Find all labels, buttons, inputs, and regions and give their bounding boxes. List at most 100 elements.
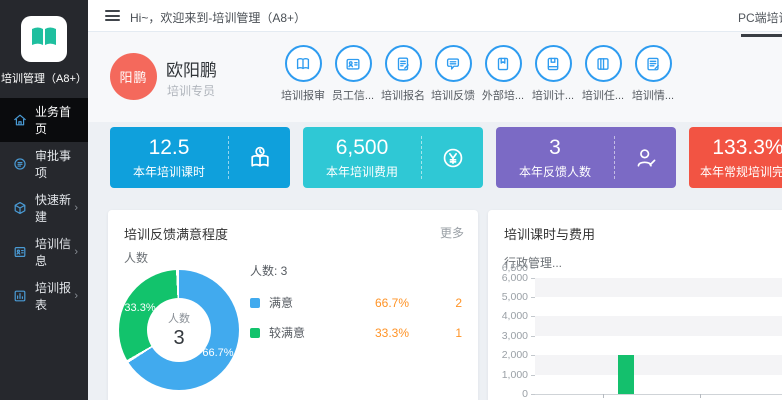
quick-action-1[interactable]: 培训报审 (278, 45, 328, 103)
stat-card-3[interactable]: 3本年反馈人数 (496, 127, 676, 188)
bar-admin-management[interactable] (618, 355, 634, 394)
sidebar-item-3[interactable]: 快速新建› (0, 186, 88, 230)
list-edit-icon (644, 55, 662, 73)
legend-percent: 33.3% (375, 326, 409, 340)
y-axis-tick-label: 5,000 (492, 291, 528, 303)
user-name: 欧阳鹏 (166, 56, 217, 81)
book-clock-icon (247, 145, 273, 171)
sidebar-item-2[interactable]: 审批事项 (0, 142, 88, 186)
y-axis-tick-label: 1,000 (492, 369, 528, 381)
sidebar-item-4[interactable]: 培训信息› (0, 230, 88, 274)
report-icon (12, 288, 28, 304)
sidebar-item-label: 业务首页 (35, 103, 78, 137)
quick-action-7[interactable]: 培训任... (578, 45, 628, 103)
quick-action-6[interactable]: 培训计... (528, 45, 578, 103)
more-link[interactable]: 更多 (440, 224, 464, 241)
y-axis-tick-label: 0 (492, 388, 528, 400)
donut-center-label: 人数 (168, 310, 190, 326)
pie-legend-row-2[interactable]: 较满意33.3%1 (250, 326, 464, 339)
donut-center-value: 3 (173, 327, 184, 350)
book-clock-icon (229, 127, 290, 188)
sidebar: 培训管理（A8+） 业务首页审批事项快速新建›培训信息›培训报表› (0, 0, 88, 400)
yen-icon (422, 127, 483, 188)
doc-edit-icon (394, 55, 412, 73)
sidebar-item-5[interactable]: 培训报表› (0, 274, 88, 318)
grid-band (535, 355, 782, 374)
y-axis-tick-mark (531, 278, 535, 279)
bookmark-book-icon (494, 55, 512, 73)
stat-card-value: 6,500 (336, 136, 389, 160)
stat-card-1[interactable]: 12.5 本年培训课时 (110, 127, 290, 188)
donut-chart: 人数 3 66.7%33.3% (119, 270, 239, 390)
y-axis-tick-label: 3,000 (492, 330, 528, 342)
id-card-icon (344, 55, 362, 73)
sidebar-item-label: 培训信息 (35, 235, 74, 269)
y-axis-tick-mark (531, 316, 535, 317)
open-book-icon (30, 25, 58, 54)
stat-card-4[interactable]: 133.3%本年常规培训完成 (689, 127, 782, 188)
stat-card-label: 本年培训课时 (133, 163, 205, 180)
quick-action-label: 培训任... (578, 87, 628, 103)
panel-title: 培训反馈满意程度 (124, 224, 228, 243)
x-axis-line (535, 394, 782, 395)
legend-swatch (250, 298, 260, 308)
cube-icon (12, 200, 28, 216)
tab-active-indicator (741, 34, 782, 37)
y-axis-tick-label: 2,000 (492, 349, 528, 361)
app-logo[interactable] (21, 16, 67, 62)
stat-card-main: 3本年反馈人数 (496, 127, 614, 188)
y-axis-tick-mark (531, 297, 535, 298)
quick-action-circle (385, 45, 422, 82)
panel-hours-cost: 培训课时与费用 行政管理... 6,5006,0005,0004,0003,00… (488, 210, 782, 400)
user-edit-icon (615, 127, 676, 188)
pie-legend-row-1[interactable]: 满意66.7%2 (250, 296, 464, 309)
quick-action-2[interactable]: 员工信... (328, 45, 378, 103)
grid-band (535, 316, 782, 335)
quick-action-circle (285, 45, 322, 82)
legend-count: 2 (455, 296, 462, 310)
panel-feedback-satisfaction: 培训反馈满意程度 更多 人数 人数 3 66.7%33.3% 人数: 3 满意6… (108, 210, 478, 400)
pie-legend: 人数: 3 满意66.7%2较满意33.3%1 (250, 262, 464, 356)
hamburger-menu-icon[interactable] (105, 10, 120, 21)
quick-action-4[interactable]: 培训反馈 (428, 45, 478, 103)
approval-icon (12, 156, 28, 172)
panel-title: 培训课时与费用 (504, 224, 595, 243)
sidebar-item-1[interactable]: 业务首页 (0, 98, 88, 142)
hero-section: 阳鹏 欧阳鹏 培训专员 培训报审员工信...培训报名培训反馈外部培...培训计.… (88, 32, 782, 122)
quick-action-8[interactable]: 培训情... (628, 45, 678, 103)
stat-card-main: 133.3%本年常规培训完成 (689, 127, 782, 188)
quick-action-3[interactable]: 培训报名 (378, 45, 428, 103)
quick-action-circle (435, 45, 472, 82)
y-axis-tick-mark (531, 336, 535, 337)
tab-pc-training[interactable]: PC端培训 (738, 9, 782, 26)
stat-card-2[interactable]: 6,500本年培训费用 (303, 127, 483, 188)
stat-cards-row: 12.5 本年培训课时 6,500本年培训费用3本年反馈人数 133.3%本年常规培训… (110, 127, 782, 188)
sidebar-item-label: 快速新建 (35, 191, 74, 225)
chevron-right-icon: › (74, 202, 78, 214)
legend-name: 满意 (269, 294, 293, 311)
y-axis-tick-label: 4,000 (492, 310, 528, 322)
y-axis-tick-mark (531, 268, 535, 269)
pie-legend-total: 人数: 3 (250, 262, 464, 279)
quick-action-circle (535, 45, 572, 82)
legend-count: 1 (455, 326, 462, 340)
sidebar-menu: 业务首页审批事项快速新建›培训信息›培训报表› (0, 98, 88, 318)
legend-swatch (250, 328, 260, 338)
greeting-text: Hi~，欢迎来到-培训管理（A8+） (130, 9, 306, 26)
pie-axis-label: 人数 (124, 249, 148, 266)
stat-card-value: 133.3% (712, 136, 782, 160)
app-root: 培训管理（A8+） 业务首页审批事项快速新建›培训信息›培训报表› Hi~，欢迎… (0, 0, 782, 400)
x-axis-tick-mark (603, 394, 604, 398)
avatar[interactable]: 阳鹏 (110, 53, 157, 100)
stat-card-value: 12.5 (149, 136, 190, 160)
quick-action-label: 员工信... (328, 87, 378, 103)
y-axis-tick-mark (531, 355, 535, 356)
user-edit-icon (633, 145, 659, 171)
pie-slice-label: 33.3% (124, 302, 155, 314)
quick-action-circle (585, 45, 622, 82)
quick-action-label: 外部培... (478, 87, 528, 103)
stat-card-label: 本年反馈人数 (519, 163, 591, 180)
quick-action-circle (485, 45, 522, 82)
quick-action-label: 培训报审 (278, 87, 328, 103)
quick-action-5[interactable]: 外部培... (478, 45, 528, 103)
